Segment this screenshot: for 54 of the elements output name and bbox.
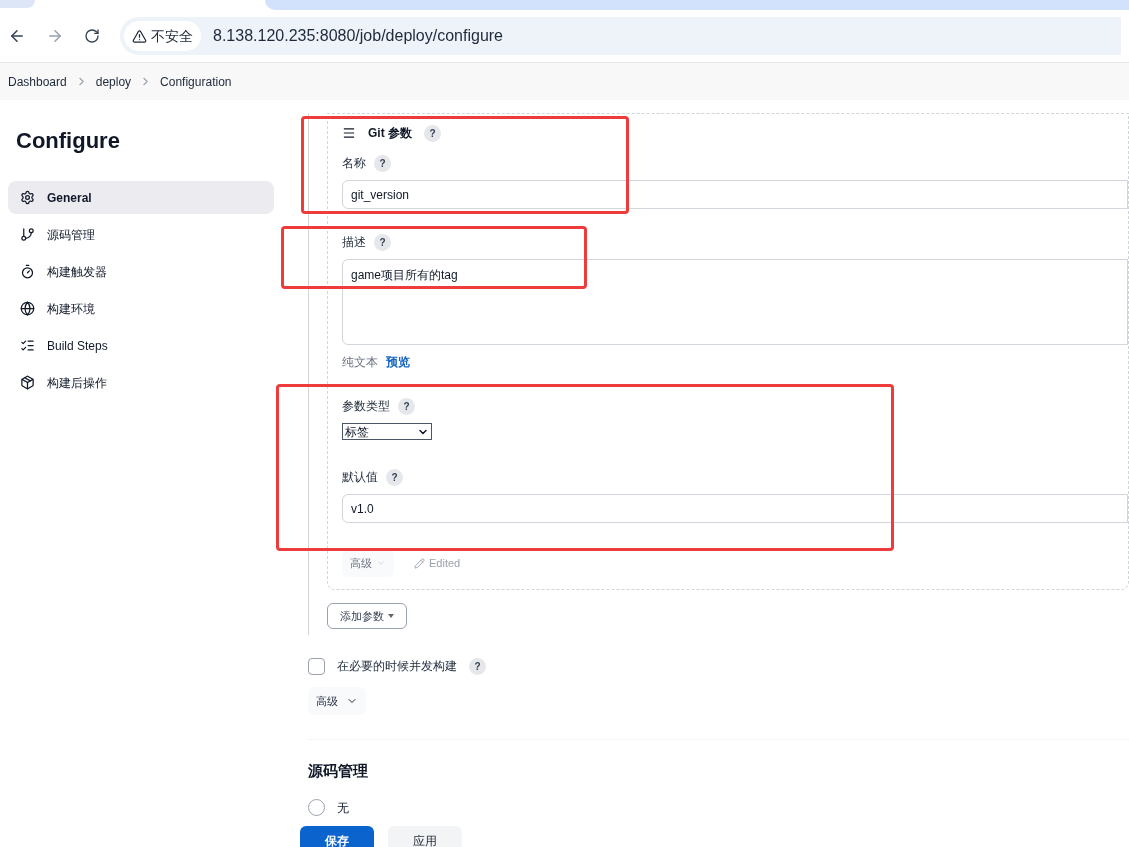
- parameter-title: Git 参数: [368, 125, 412, 142]
- warning-icon: [132, 28, 147, 44]
- add-parameter-button[interactable]: 添加参数: [327, 603, 407, 629]
- address-bar[interactable]: 不安全 8.138.120.235:8080/job/deploy/configure: [120, 17, 1121, 55]
- plain-text-label: 纯文本: [342, 354, 378, 371]
- page-title: Configure: [15, 127, 121, 155]
- help-button[interactable]: ?: [374, 154, 391, 172]
- settings-icon: [20, 190, 35, 205]
- sidebar-item[interactable]: 构建触发器: [8, 255, 274, 288]
- field-label: 描述: [342, 234, 366, 251]
- sidebar-item[interactable]: 构建后操作: [8, 366, 274, 399]
- timer-icon: [20, 264, 35, 279]
- url-text: 8.138.120.235:8080/job/deploy/configure: [213, 26, 503, 46]
- description-textarea[interactable]: game项目所有的tag: [342, 259, 1128, 345]
- radio-label: 无: [337, 799, 349, 817]
- help-button[interactable]: ?: [424, 124, 441, 142]
- breadcrumb-link[interactable]: Dashboard: [8, 72, 67, 91]
- apply-button[interactable]: 应用: [388, 826, 462, 847]
- breadcrumb-link[interactable]: Configuration: [160, 72, 232, 91]
- name-input[interactable]: git_version: [342, 180, 1128, 209]
- security-chip[interactable]: 不安全: [124, 21, 201, 51]
- preview-link[interactable]: 预览: [386, 353, 410, 371]
- chevron-icon: [376, 558, 386, 568]
- section-title: 源码管理: [308, 761, 369, 781]
- sidebar-item[interactable]: 构建环境: [8, 292, 274, 325]
- save-button[interactable]: 保存: [300, 826, 374, 847]
- edited-label: Edited: [429, 555, 461, 571]
- caret-icon: [388, 614, 394, 618]
- forward-icon[interactable]: [46, 27, 64, 45]
- help-button[interactable]: ?: [469, 657, 486, 675]
- field-label: 默认值: [342, 469, 378, 486]
- default-value-input[interactable]: v1.0: [342, 494, 1128, 523]
- help-button[interactable]: ?: [386, 468, 403, 486]
- drag-handle-icon[interactable]: [342, 126, 356, 140]
- field-label: 名称: [342, 155, 366, 172]
- advanced-button[interactable]: 高级: [308, 687, 366, 715]
- globe-icon: [20, 301, 35, 316]
- type-select[interactable]: 标签: [342, 423, 432, 440]
- branch-icon: [20, 227, 35, 242]
- advanced-button[interactable]: 高级: [342, 549, 394, 577]
- package-icon: [20, 375, 35, 390]
- pencil-icon: [414, 557, 425, 569]
- sidebar-item[interactable]: General: [8, 181, 274, 214]
- checkbox[interactable]: [308, 657, 325, 675]
- breadcrumb-link[interactable]: deploy: [95, 72, 132, 91]
- sidebar-item[interactable]: Build Steps: [8, 329, 274, 362]
- checkbox-label: 在必要的时候并发构建: [337, 658, 457, 675]
- reload-icon[interactable]: [84, 28, 100, 44]
- list-icon: [20, 338, 35, 353]
- field-label: 参数类型: [342, 398, 390, 415]
- help-button[interactable]: ?: [398, 397, 415, 415]
- sidebar-item[interactable]: 源码管理: [8, 218, 274, 251]
- back-icon[interactable]: [8, 27, 26, 45]
- help-button[interactable]: ?: [374, 233, 391, 251]
